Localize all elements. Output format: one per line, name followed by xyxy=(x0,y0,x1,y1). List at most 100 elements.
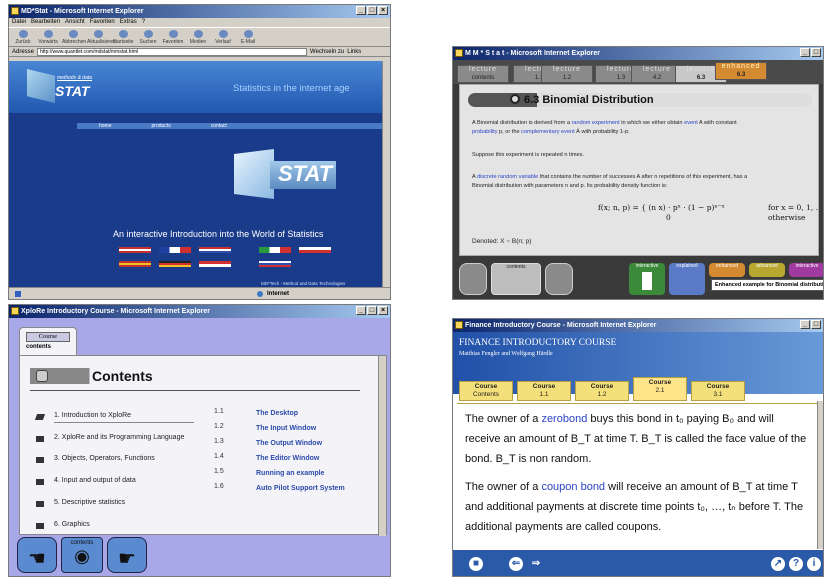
menu-item-tools[interactable]: Extras xyxy=(120,18,137,27)
vertical-scrollbar[interactable] xyxy=(378,356,386,536)
back-arrow-icon[interactable]: ⇐ xyxy=(509,557,523,571)
section-link[interactable]: Auto Pilot Support System xyxy=(256,485,345,492)
explained-button[interactable]: explained xyxy=(669,263,705,295)
link-event[interactable]: event xyxy=(684,120,698,126)
vertical-scrollbar[interactable] xyxy=(817,401,823,549)
links-button[interactable]: Links xyxy=(347,49,361,55)
section-link[interactable]: The Input Window xyxy=(256,425,316,432)
flag-spain[interactable] xyxy=(119,261,151,267)
menu-item-help[interactable]: ? xyxy=(142,18,145,27)
back-button[interactable]: Zurück xyxy=(12,28,34,46)
example-link[interactable]: Enhanced example for Binomial distributi… xyxy=(711,279,823,291)
link-zerobond[interactable]: zerobond xyxy=(541,413,587,425)
address-input[interactable]: http://www.quantlet.com/mdstat/mmstat.ht… xyxy=(37,47,308,56)
minimize-button[interactable]: _ xyxy=(356,306,366,315)
menu-item-view[interactable]: Ansicht xyxy=(65,18,85,27)
previous-page-button[interactable]: ☚ xyxy=(17,537,57,573)
chapter-6[interactable]: 6. Graphics xyxy=(54,521,90,528)
next-page-button[interactable] xyxy=(545,263,573,295)
history-button[interactable]: Verlauf xyxy=(212,28,234,46)
tab-course-1-2[interactable]: Course 1.2 xyxy=(575,381,629,401)
previous-page-button[interactable] xyxy=(459,263,487,295)
nav-home[interactable]: home xyxy=(99,123,112,129)
tab-course-3-1[interactable]: Course 3.1 xyxy=(691,381,745,401)
menu-item-favorites[interactable]: Favoriten xyxy=(90,18,115,27)
link-random-experiment[interactable]: random experiment xyxy=(572,120,620,126)
xplore-course-window: XploRe Introductory Course - Microsoft I… xyxy=(8,304,391,577)
formula-case2: 0 xyxy=(666,213,671,222)
section-link[interactable]: The Output Window xyxy=(256,440,322,447)
interactive-advanced-button[interactable]: interactive xyxy=(789,263,823,277)
chapter-1[interactable]: 1. Introduction to XploRe xyxy=(54,412,131,419)
flag-italy[interactable] xyxy=(259,247,291,253)
minimize-button[interactable]: _ xyxy=(800,320,810,329)
flag-poland[interactable] xyxy=(199,261,231,267)
flag-russia[interactable] xyxy=(259,261,291,267)
help-icon[interactable]: ? xyxy=(789,557,803,571)
tab-course-contents[interactable]: Course Contents xyxy=(459,381,513,401)
advanced-button[interactable]: advanced xyxy=(749,263,785,277)
section-link[interactable]: The Desktop xyxy=(256,410,298,417)
link-discrete-random-variable[interactable]: discrete random variable xyxy=(477,174,538,180)
bottom-navigation: ■ ⇐ ⇒ ↗ ? i xyxy=(453,550,823,576)
tab-course-2-1[interactable]: Course 2.1 xyxy=(633,377,687,401)
section-number: 1.2 xyxy=(214,423,224,430)
maximize-button[interactable]: □ xyxy=(811,320,821,329)
favorites-button[interactable]: Favoriten xyxy=(162,28,184,46)
ie-icon xyxy=(11,7,19,15)
section-link[interactable]: The Editor Window xyxy=(256,455,319,462)
forward-button[interactable]: Vorwärts xyxy=(37,28,59,46)
tab-lecture-1-2[interactable]: lecture 1.2 xyxy=(541,65,593,83)
chapter-2[interactable]: 2. XploRe and its Programming Language xyxy=(54,434,184,441)
maximize-button[interactable]: □ xyxy=(811,48,821,57)
section-number: 1.6 xyxy=(214,483,224,490)
text: additional payments are called coupons. xyxy=(465,521,662,533)
next-page-button[interactable]: ☛ xyxy=(107,537,147,573)
book-icon[interactable]: ■ xyxy=(469,557,483,571)
contents-button[interactable]: contents ◉ xyxy=(61,537,103,573)
flag-netherlands[interactable] xyxy=(199,247,231,253)
stop-button[interactable]: Abbrechen xyxy=(62,28,86,46)
nav-products[interactable]: products xyxy=(152,123,171,129)
minimize-button[interactable]: _ xyxy=(356,6,366,15)
minimize-button[interactable]: _ xyxy=(800,48,810,57)
link-probability[interactable]: probability xyxy=(472,129,498,135)
window-title-bar: MD*Stat - Microsoft Internet Explorer _ … xyxy=(9,5,390,18)
chapter-3[interactable]: 3. Objects, Operators, Functions xyxy=(54,455,155,462)
page-title: Contents xyxy=(92,368,153,384)
forward-arrow-icon[interactable]: ⇒ xyxy=(529,557,543,571)
flag-germany[interactable] xyxy=(159,261,191,267)
flag-czech[interactable] xyxy=(299,247,331,253)
chapter-4[interactable]: 4. Input and output of data xyxy=(54,477,136,484)
flag-france[interactable] xyxy=(159,247,191,253)
tab-lecture-contents[interactable]: lecture contents xyxy=(457,65,509,83)
mail-button[interactable]: E-Mail xyxy=(237,28,259,46)
close-button[interactable]: × xyxy=(378,306,388,315)
link-coupon-bond[interactable]: coupon bond xyxy=(541,481,605,493)
contents-button[interactable]: contents xyxy=(491,263,541,295)
search-button[interactable]: Suchen xyxy=(137,28,159,46)
link-complementary-event[interactable]: complementary event xyxy=(521,129,574,135)
flag-austria[interactable] xyxy=(119,247,151,253)
vertical-scrollbar[interactable] xyxy=(382,61,390,289)
external-link-icon[interactable]: ↗ xyxy=(771,557,785,571)
menu-item-edit[interactable]: Bearbeiten xyxy=(31,18,60,27)
menu-item-file[interactable]: Datei xyxy=(12,18,26,27)
section-link[interactable]: Running an example xyxy=(256,470,324,477)
tab-course-1-1[interactable]: Course 1.1 xyxy=(517,381,571,401)
chapter-5[interactable]: 5. Descriptive statistics xyxy=(54,499,125,506)
tab-course-contents[interactable]: Course contents xyxy=(19,327,77,357)
close-button[interactable]: × xyxy=(378,6,388,15)
go-button[interactable]: Wechseln zu xyxy=(310,49,344,55)
info-icon[interactable]: i xyxy=(807,557,821,571)
maximize-button[interactable]: □ xyxy=(367,306,377,315)
home-button[interactable]: Startseite xyxy=(112,28,134,46)
tab-enhanced-6-3[interactable]: enhanced 6.3 xyxy=(715,62,767,80)
formula-case1: f(x; n, p) = { (n x) · pˣ · (1 − p)ⁿ⁻ˣ xyxy=(598,203,725,212)
nav-contact[interactable]: contact xyxy=(211,123,227,129)
enhanced-button[interactable]: enhanced xyxy=(709,263,745,277)
maximize-button[interactable]: □ xyxy=(367,6,377,15)
interactive-button[interactable]: interactive xyxy=(629,263,665,295)
media-button[interactable]: Medien xyxy=(187,28,209,46)
refresh-button[interactable]: Aktualisieren xyxy=(87,28,116,46)
